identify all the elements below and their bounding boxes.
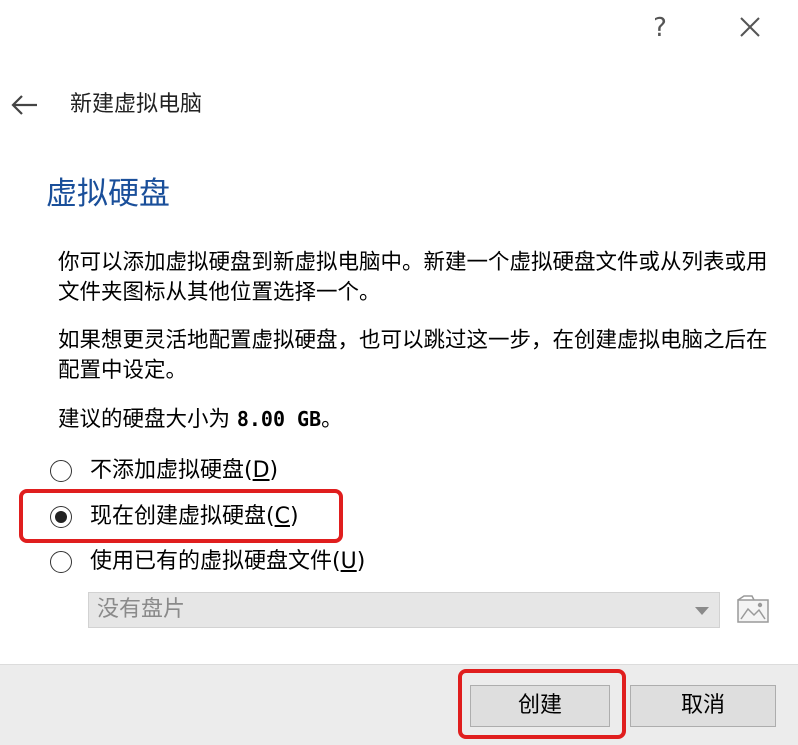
title-bar: ? xyxy=(0,0,798,60)
cancel-button[interactable]: 取消 xyxy=(630,685,776,727)
suggested-size-suffix: 。 xyxy=(321,407,343,432)
radio-existing-disk[interactable]: 使用已有的虚拟硬盘文件(U) xyxy=(50,545,365,579)
radio-button[interactable] xyxy=(50,460,72,482)
folder-image-icon xyxy=(737,595,769,623)
suggested-size-value: 8.00 GB xyxy=(236,407,322,431)
close-button[interactable] xyxy=(728,10,772,46)
description-paragraph-1: 你可以添加虚拟硬盘到新虚拟电脑中。新建一个虚拟硬盘文件或从列表或用文件夹图标从其… xyxy=(58,250,768,305)
virtual-disk-panel: 虚拟硬盘 你可以添加虚拟硬盘到新虚拟电脑中。新建一个虚拟硬盘文件或从列表或用文件… xyxy=(19,148,798,664)
choose-disk-file-button[interactable] xyxy=(736,594,770,626)
help-button[interactable]: ? xyxy=(640,10,680,46)
wizard-header: 新建虚拟电脑 xyxy=(0,80,798,132)
highlight-box xyxy=(19,489,343,543)
radio-no-disk[interactable]: 不添加虚拟硬盘(D) xyxy=(50,454,278,488)
description-paragraph-2: 如果想更灵活地配置虚拟硬盘，也可以跳过这一步，在创建虚拟电脑之后在配置中设定。 xyxy=(58,328,768,383)
chevron-down-icon xyxy=(695,607,709,615)
back-button[interactable] xyxy=(8,88,42,122)
radio-button[interactable] xyxy=(50,551,72,573)
radio-label: 不添加虚拟硬盘(D) xyxy=(90,458,279,483)
radio-label: 使用已有的虚拟硬盘文件(U) xyxy=(90,549,366,574)
suggested-size-text: 建议的硬盘大小为 8.00 GB。 xyxy=(58,404,343,435)
wizard-title: 新建虚拟电脑 xyxy=(70,92,203,117)
dialog-footer: 创建 取消 xyxy=(0,664,798,745)
disk-select-value: 没有盘片 xyxy=(97,597,186,622)
arrow-left-icon xyxy=(11,95,37,115)
close-icon xyxy=(740,17,760,37)
highlight-box xyxy=(458,669,626,739)
disk-file-select: 没有盘片 xyxy=(88,592,720,628)
page-heading: 虚拟硬盘 xyxy=(46,176,170,212)
suggested-size-prefix: 建议的硬盘大小为 xyxy=(58,407,237,432)
